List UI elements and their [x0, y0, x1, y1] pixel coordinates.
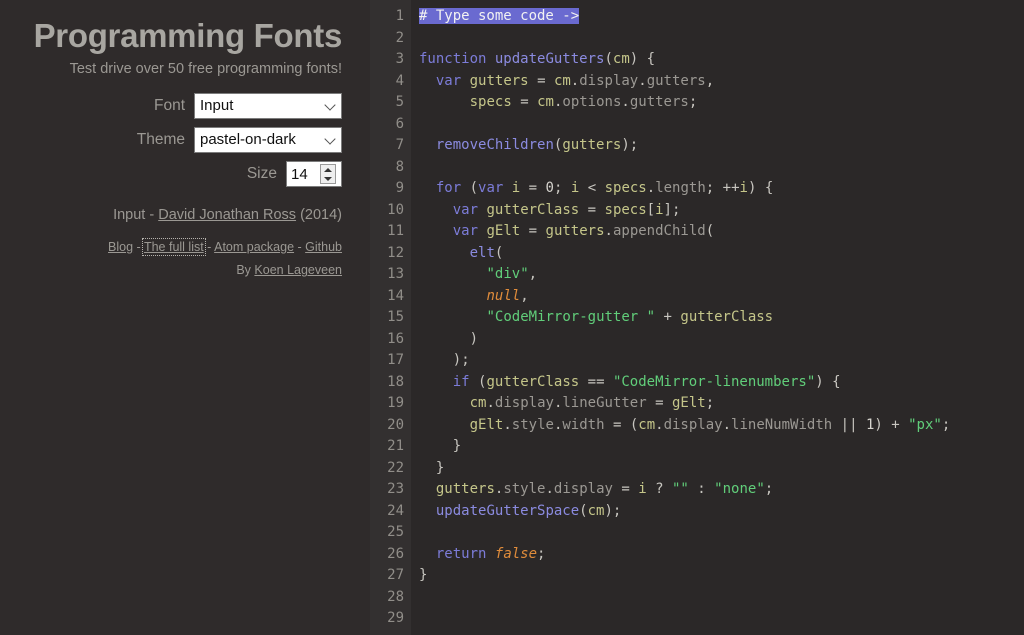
font-select[interactable]: Input — [194, 93, 342, 120]
credit-year: (2014) — [296, 207, 342, 224]
code-line[interactable]: specs = cm.options.gutters; — [419, 92, 1024, 114]
font-select-wrapper: Input — [194, 93, 342, 120]
size-row: Size — [0, 161, 342, 188]
footer-links: Blog - The full list - Atom package - Gi… — [0, 238, 342, 257]
credit-font-name: Input — [113, 207, 146, 224]
code-line[interactable]: } — [419, 436, 1024, 458]
code-line[interactable]: removeChildren(gutters); — [419, 135, 1024, 157]
code-line[interactable]: elt( — [419, 243, 1024, 265]
line-number: 18 — [387, 373, 404, 390]
line-number-gutter: 1 2 3 4 5 6 7 8 9 10 11 12 13 14 15 16 17 18 19 20 21 22 23 24 2… — [370, 0, 411, 635]
code-line[interactable]: "CodeMirror-gutter " + gutterClass — [419, 307, 1024, 329]
sidebar: Programming Fonts Test drive over 50 fre… — [0, 0, 370, 635]
line-number: 3 — [395, 51, 404, 67]
line-number: 5 — [395, 94, 404, 110]
code-line[interactable]: if (gutterClass == "CodeMirror-linenumbe… — [419, 372, 1024, 394]
code-line[interactable] — [419, 28, 1024, 50]
spinner-down-icon[interactable] — [324, 176, 332, 181]
size-stepper[interactable] — [286, 161, 342, 188]
size-input[interactable] — [287, 162, 320, 187]
line-number: 6 — [395, 115, 404, 132]
code-line[interactable] — [419, 522, 1024, 544]
code-line[interactable]: # Type some code -> — [419, 6, 1024, 28]
line-number: 14 — [387, 287, 404, 304]
line-number: 2 — [395, 29, 404, 46]
code-line[interactable]: } — [419, 565, 1024, 587]
line-number: 4 — [395, 72, 404, 89]
line-number: 21 — [387, 438, 404, 454]
font-label: Font — [153, 97, 185, 115]
designer-link[interactable]: David Jonathan Ross — [158, 207, 296, 223]
byline-prefix: By — [236, 263, 255, 278]
code-line[interactable]: } — [419, 458, 1024, 480]
line-number: 12 — [387, 244, 404, 261]
spinner-up-icon[interactable] — [324, 167, 332, 172]
link-separator: - — [203, 240, 215, 255]
code-line[interactable] — [419, 587, 1024, 609]
code-line[interactable]: gutters.style.display = i ? "" : "none"; — [419, 479, 1024, 501]
line-number: 15 — [387, 309, 404, 325]
code-line[interactable]: function updateGutters(cm) { — [419, 49, 1024, 71]
line-number: 27 — [387, 567, 404, 583]
controls-form: Font Input Theme pastel-on-dark Size 14 — [0, 93, 342, 188]
line-number: 24 — [387, 502, 404, 519]
line-number: 25 — [387, 524, 404, 540]
code-line[interactable]: "div", — [419, 264, 1024, 286]
line-number: 17 — [387, 352, 404, 368]
line-number: 8 — [395, 158, 404, 175]
font-credit: Input - David Jonathan Ross (2014) — [0, 207, 342, 223]
code-line[interactable]: var gutters = cm.display.gutters, — [419, 71, 1024, 93]
credit-dash: - — [145, 207, 159, 224]
font-row: Font Input — [0, 93, 342, 120]
byline-author-link[interactable]: Koen Lageveen — [254, 263, 342, 277]
code-line[interactable]: return false; — [419, 544, 1024, 566]
link-atom-package[interactable]: Atom package — [214, 240, 294, 254]
line-number: 29 — [387, 610, 404, 626]
page-title: Programming Fonts — [33, 17, 343, 54]
size-label: Size — [246, 165, 277, 183]
line-number: 19 — [387, 395, 404, 411]
code-editor[interactable]: 1 2 3 4 5 6 7 8 9 10 11 12 13 14 15 16 17 18 19 20 21 22 23 24 2… — [370, 0, 1024, 635]
line-number: 1 — [395, 8, 404, 24]
line-number: 23 — [387, 481, 404, 497]
link-blog[interactable]: Blog — [108, 240, 133, 254]
page-subtitle: Test drive over 50 free programming font… — [69, 61, 342, 78]
code-line[interactable]: gElt.style.width = (cm.display.lineNumWi… — [419, 415, 1024, 437]
line-number: 10 — [387, 201, 404, 218]
code-area[interactable]: # Type some code -> function updateGutte… — [411, 0, 1024, 635]
line-number: 9 — [395, 180, 404, 196]
link-the-full-list[interactable]: The full list — [141, 238, 206, 257]
line-number: 26 — [387, 545, 404, 562]
byline: By Koen Lageveen — [0, 263, 342, 277]
line-number: 16 — [387, 330, 404, 347]
code-line[interactable] — [419, 157, 1024, 179]
theme-label: Theme — [136, 131, 185, 149]
code-line[interactable]: cm.display.lineGutter = gElt; — [419, 393, 1024, 415]
code-line[interactable]: updateGutterSpace(cm); — [419, 501, 1024, 523]
code-line[interactable]: ); — [419, 350, 1024, 372]
theme-select-wrapper: pastel-on-dark — [194, 127, 342, 154]
theme-select[interactable]: pastel-on-dark — [194, 127, 342, 154]
theme-row: Theme pastel-on-dark — [0, 127, 342, 154]
link-separator: - — [294, 240, 306, 255]
code-line[interactable]: var gElt = gutters.appendChild( — [419, 221, 1024, 243]
code-line[interactable]: null, — [419, 286, 1024, 308]
line-number: 7 — [395, 137, 404, 153]
code-line[interactable] — [419, 608, 1024, 630]
link-github[interactable]: Github — [305, 240, 342, 254]
page-root: Programming Fonts Test drive over 50 fre… — [0, 0, 1024, 635]
line-number: 13 — [387, 266, 404, 282]
code-line[interactable]: for (var i = 0; i < specs.length; ++i) { — [419, 178, 1024, 200]
line-number: 22 — [387, 459, 404, 476]
line-number: 28 — [387, 588, 404, 605]
code-line[interactable] — [419, 114, 1024, 136]
line-number: 20 — [387, 416, 404, 433]
line-number: 11 — [387, 223, 404, 239]
code-line[interactable]: ) — [419, 329, 1024, 351]
link-separator: - — [133, 240, 144, 255]
size-spinner[interactable] — [320, 164, 336, 185]
code-line[interactable]: var gutterClass = specs[i]; — [419, 200, 1024, 222]
